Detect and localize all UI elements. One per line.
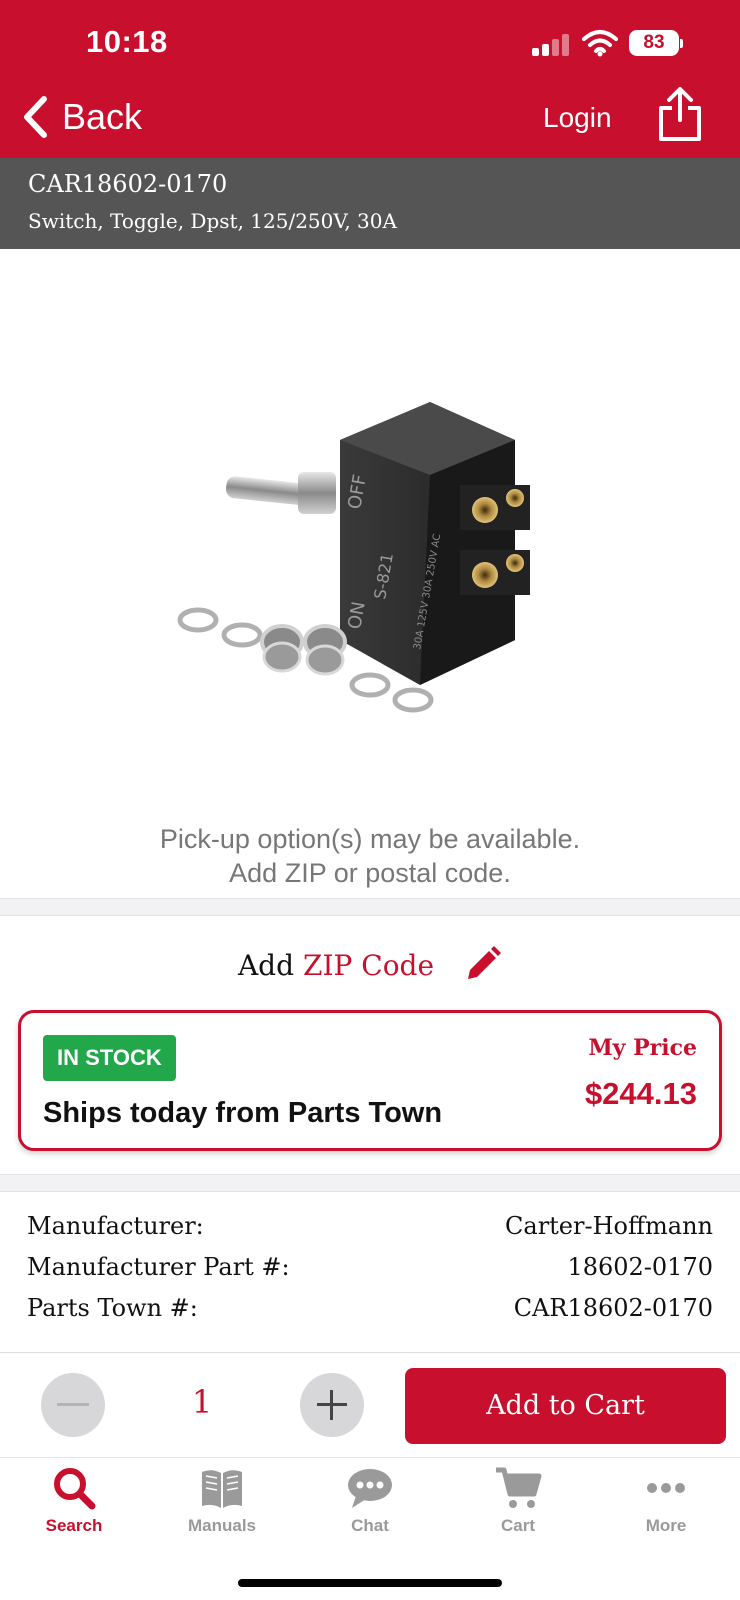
app-header: 10:18 83 Back Login [0, 0, 740, 158]
detail-value: 18602-0170 [567, 1253, 713, 1281]
decrease-quantity-button[interactable] [41, 1373, 105, 1437]
book-icon [202, 1470, 242, 1508]
battery-indicator: 83 [629, 30, 683, 56]
quantity-value[interactable]: 1 [160, 1383, 244, 1421]
detail-label: Parts Town #: [27, 1294, 198, 1322]
chevron-left-icon [24, 96, 47, 138]
detail-value: CAR18602-0170 [513, 1294, 713, 1322]
cellular-signal-icon [532, 34, 572, 56]
price-value: $244.13 [584, 1076, 697, 1111]
back-label: Back [62, 96, 143, 137]
add-zip-code-button[interactable]: Add ZIP Code [0, 940, 740, 990]
zip-prefix: Add [237, 948, 295, 982]
section-divider [0, 898, 740, 916]
tab-cart[interactable]: Cart [444, 1466, 592, 1556]
tab-label: Cart [500, 1516, 535, 1535]
product-image: OFF S-821 ON 30A 125V 30A 250V AC [177, 402, 530, 713]
detail-label: Manufacturer: [27, 1212, 204, 1240]
tab-label: Search [45, 1516, 103, 1535]
detail-row-parts-town: Parts Town #: CAR18602-0170 [0, 1294, 740, 1335]
increase-quantity-button[interactable] [300, 1373, 364, 1437]
tab-search[interactable]: Search [0, 1466, 148, 1556]
pickup-notice: Pick-up option(s) may be available. Add … [0, 822, 740, 890]
chat-icon [348, 1469, 392, 1508]
pickup-line-1: Pick-up option(s) may be available. [159, 824, 581, 854]
detail-label: Manufacturer Part #: [27, 1253, 290, 1281]
detail-row-manufacturer: Manufacturer: Carter-Hoffmann [0, 1212, 740, 1253]
tab-label: Manuals [187, 1516, 257, 1535]
tab-label: Chat [351, 1516, 389, 1535]
pickup-line-2: Add ZIP or postal code. [229, 858, 511, 888]
product-code: CAR18602-0170 [28, 170, 228, 198]
tab-chat[interactable]: Chat [296, 1466, 444, 1556]
search-icon [54, 1468, 96, 1510]
tab-more[interactable]: More [592, 1466, 740, 1556]
add-to-cart-button[interactable]: Add to Cart [405, 1368, 726, 1444]
pencil-icon [468, 946, 502, 979]
wifi-icon [582, 30, 618, 57]
home-indicator [238, 1579, 502, 1587]
detail-value: Carter-Hoffmann [505, 1212, 713, 1240]
stock-card: IN STOCK Ships today from Parts Town My … [18, 1010, 722, 1151]
tab-label: More [645, 1516, 687, 1535]
product-description: Switch, Toggle, Dpst, 125/250V, 30A [28, 209, 397, 233]
cart-icon [496, 1467, 542, 1508]
login-button[interactable]: Login [543, 102, 612, 134]
price-label: My Price [588, 1035, 697, 1061]
product-details: Manufacturer: Carter-Hoffmann Manufactur… [0, 1212, 740, 1335]
tab-manuals[interactable]: Manuals [148, 1466, 296, 1556]
section-divider [0, 1174, 740, 1192]
more-icon [647, 1483, 685, 1493]
share-icon[interactable] [655, 86, 705, 142]
product-subheader: CAR18602-0170 Switch, Toggle, Dpst, 125/… [0, 158, 740, 249]
in-stock-badge: IN STOCK [43, 1035, 176, 1081]
status-time: 10:18 [86, 24, 168, 59]
ships-message: Ships today from Parts Town [43, 1097, 443, 1129]
back-button[interactable]: Back [22, 92, 142, 142]
zip-code-link: ZIP Code [303, 948, 435, 982]
cart-action-bar: 1 Add to Cart [0, 1352, 740, 1457]
detail-row-manufacturer-part: Manufacturer Part #: 18602-0170 [0, 1253, 740, 1294]
